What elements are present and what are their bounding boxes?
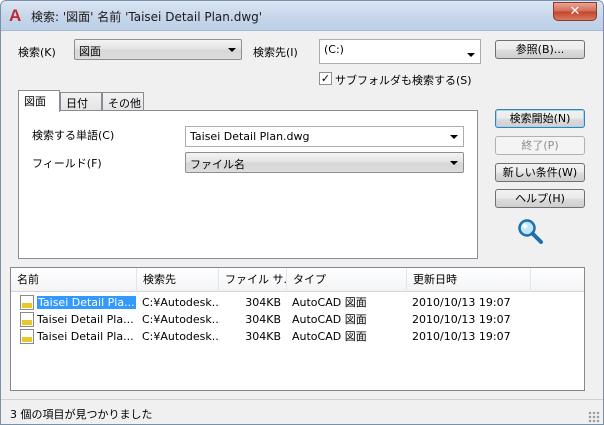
table-row[interactable]: Taisei Detail Pla... C:¥Autodesk... 304K…	[11, 328, 584, 345]
criteria-tab-panel: 検索する単語(C) Taisei Detail Plan.dwg フィールド(F…	[18, 110, 478, 259]
chevron-down-icon	[467, 53, 475, 57]
search-type-dropdown[interactable]: 図面	[74, 39, 242, 60]
result-modified: 2010/10/13 19:07	[412, 313, 511, 326]
column-header-modified[interactable]: 更新日時	[407, 268, 531, 292]
result-modified: 2010/10/13 19:07	[412, 330, 511, 343]
result-location: C:¥Autodesk...	[142, 330, 220, 343]
column-header-size[interactable]: ファイル サ...	[219, 268, 287, 292]
search-location-label: 検索先(I)	[253, 46, 298, 59]
chevron-down-icon	[228, 48, 236, 52]
search-location-value: (C:)	[324, 43, 344, 56]
window-title: 検索: '図面' 名前 'Taisei Detail Plan.dwg'	[31, 10, 263, 24]
result-name: Taisei Detail Pla...	[37, 313, 134, 326]
result-type: AutoCAD 図面	[292, 313, 367, 326]
chevron-down-icon	[450, 135, 458, 139]
table-row[interactable]: Taisei Detail Pla... C:¥Autodesk... 304K…	[11, 311, 584, 328]
search-type-value: 図面	[79, 45, 101, 58]
search-word-label: 検索する単語(C)	[32, 129, 115, 142]
status-text: 3 個の項目が見つかりました	[10, 408, 153, 421]
result-location: C:¥Autodesk...	[142, 313, 220, 326]
tab-other[interactable]: その他	[102, 92, 144, 112]
results-list[interactable]: 名前 検索先 ファイル サ... タイプ 更新日時 Taisei Detail …	[10, 267, 585, 391]
result-name: Taisei Detail Pla...	[37, 296, 136, 309]
result-name: Taisei Detail Pla...	[37, 330, 134, 343]
result-size: 304KB	[245, 313, 281, 326]
help-button[interactable]: ヘルプ(H)	[495, 189, 585, 208]
field-label: フィールド(F)	[32, 157, 102, 170]
include-subfolders-checkbox[interactable]: ✓	[319, 72, 332, 85]
result-location: C:¥Autodesk...	[142, 296, 220, 309]
tab-date[interactable]: 日付	[60, 92, 102, 112]
stop-search-button[interactable]: 終了(P)	[495, 136, 585, 155]
chevron-down-icon	[450, 161, 458, 165]
table-row[interactable]: Taisei Detail Pla... C:¥Autodesk... 304K…	[11, 294, 584, 311]
results-header: 名前 検索先 ファイル サ... タイプ 更新日時	[11, 268, 584, 292]
dwg-file-icon	[20, 329, 34, 344]
resize-grip-icon[interactable]	[588, 411, 600, 423]
result-type: AutoCAD 図面	[292, 330, 367, 343]
include-subfolders-label: サブフォルダも検索する(S)	[335, 74, 472, 87]
magnifier-icon	[518, 219, 543, 244]
search-word-combobox[interactable]: Taisei Detail Plan.dwg	[185, 126, 464, 147]
column-header-location[interactable]: 検索先	[137, 268, 219, 292]
status-bar: 3 個の項目が見つかりました	[1, 399, 603, 424]
dwg-file-icon	[20, 312, 34, 327]
close-button[interactable]: ✕	[553, 2, 597, 21]
result-size: 304KB	[245, 296, 281, 309]
column-header-type[interactable]: タイプ	[287, 268, 407, 292]
title-bar[interactable]: A 検索: '図面' 名前 'Taisei Detail Plan.dwg' ✕	[1, 1, 603, 31]
browse-button[interactable]: 参照(B)...	[495, 40, 585, 59]
field-dropdown[interactable]: ファイル名	[185, 152, 464, 173]
result-type: AutoCAD 図面	[292, 296, 367, 309]
start-search-button[interactable]: 検索開始(N)	[495, 109, 585, 128]
new-criteria-button[interactable]: 新しい条件(W)	[495, 163, 585, 182]
search-location-dropdown[interactable]: (C:)	[319, 39, 481, 64]
dwg-file-icon	[20, 295, 34, 310]
field-value: ファイル名	[190, 158, 245, 171]
result-size: 304KB	[245, 330, 281, 343]
autocad-app-icon: A	[9, 6, 22, 25]
search-word-value: Taisei Detail Plan.dwg	[190, 130, 310, 143]
tab-drawing[interactable]: 図面	[18, 90, 60, 112]
find-dialog-window: A 検索: '図面' 名前 'Taisei Detail Plan.dwg' ✕…	[0, 0, 604, 425]
column-header-name[interactable]: 名前	[11, 268, 137, 292]
search-type-label: 検索(K)	[18, 46, 56, 59]
result-modified: 2010/10/13 19:07	[412, 296, 511, 309]
